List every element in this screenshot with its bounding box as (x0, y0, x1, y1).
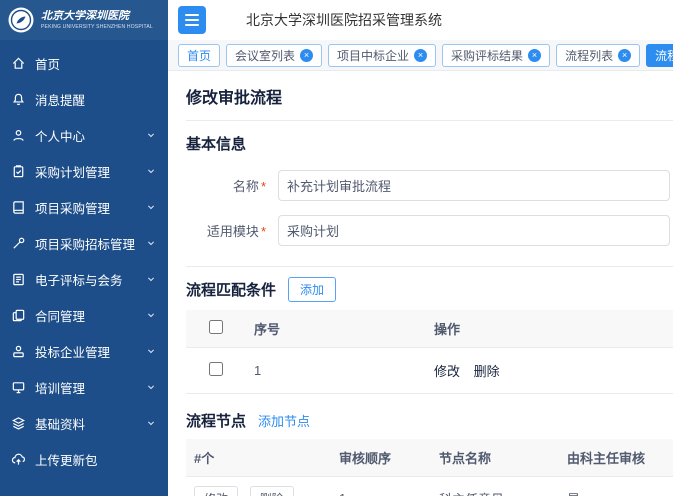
add-node-link[interactable]: 添加节点 (258, 411, 310, 430)
match-conditions-table: 序号 操作 1 修改 删除 (186, 310, 673, 394)
column-header-name: 节点名称 (431, 439, 559, 477)
training-icon (11, 380, 26, 395)
select-all-checkbox[interactable] (209, 320, 223, 334)
required-marker: * (261, 224, 266, 239)
page-content: 修改审批流程 基本信息 名称* 适用模块* 流程匹配条件 添加 (168, 71, 673, 496)
section-title-basic-info: 基本信息 (186, 121, 673, 162)
module-label: 适用模块* (186, 221, 266, 240)
seq-cell: 1 (246, 348, 426, 394)
main-area: 北京大学深圳医院招采管理系统 首页 会议室列表 × 项目中标企业 × 采购评标结… (168, 0, 673, 496)
sidebar-nav: 首页 消息提醒 个人中心 采购计划管理 项目采购管理 (0, 40, 168, 477)
sidebar-item-messages[interactable]: 消息提醒 (0, 81, 168, 117)
dept-head-cell: 是 (559, 477, 673, 496)
sidebar-item-training-management[interactable]: 培训管理 (0, 369, 168, 405)
node-name-cell: 科主任意见 (431, 477, 559, 496)
process-nodes-header: 流程节点 添加节点 (186, 400, 673, 439)
close-icon[interactable]: × (618, 49, 631, 62)
sidebar-item-ebid-conference[interactable]: 电子评标与会务 (0, 261, 168, 297)
table-header-row: 序号 操作 (186, 310, 673, 348)
chevron-down-icon (145, 417, 157, 429)
wrench-icon (11, 236, 26, 251)
tab-process-list[interactable]: 流程列表 × (556, 44, 640, 67)
tab-evaluation-result[interactable]: 采购评标结果 × (442, 44, 550, 67)
close-icon[interactable]: × (528, 49, 541, 62)
add-condition-button[interactable]: 添加 (288, 277, 336, 302)
sidebar-item-bidder-enterprise[interactable]: 投标企业管理 (0, 333, 168, 369)
column-header-action: 操作 (426, 310, 673, 348)
form-row-module: 适用模块* (186, 215, 673, 246)
edit-button[interactable]: 修改 (194, 486, 238, 496)
action-cell: 修改 删除 (426, 348, 673, 394)
edit-link[interactable]: 修改 (434, 364, 460, 379)
table-row: 修改 删除 1 科主任意见 是 (186, 477, 673, 496)
order-cell: 1 (331, 477, 431, 496)
delete-button[interactable]: 删除 (250, 486, 294, 496)
chevron-down-icon (145, 309, 157, 321)
topbar: 北京大学深圳医院招采管理系统 (168, 0, 673, 40)
tab-home[interactable]: 首页 (178, 44, 220, 67)
sidebar-item-upload-package[interactable]: 上传更新包 (0, 441, 168, 477)
chevron-down-icon (145, 165, 157, 177)
chevron-down-icon (145, 381, 157, 393)
sidebar-item-project-procurement[interactable]: 项目采购管理 (0, 189, 168, 225)
tab-meeting-room-list[interactable]: 会议室列表 × (226, 44, 322, 67)
column-header-dept-head: 由科主任审核 (559, 439, 673, 477)
page-title: 修改审批流程 (186, 71, 673, 120)
document-icon (11, 272, 26, 287)
required-marker: * (261, 179, 266, 194)
sidebar: 北京大学深圳医院 PEKING UNIVERSITY SHENZHEN HOSP… (0, 0, 168, 496)
close-icon[interactable]: × (414, 49, 427, 62)
module-input[interactable] (278, 215, 670, 246)
chevron-down-icon (145, 345, 157, 357)
chevron-down-icon (145, 201, 157, 213)
table-row: 1 修改 删除 (186, 348, 673, 394)
tab-winning-enterprise[interactable]: 项目中标企业 × (328, 44, 436, 67)
menu-toggle-button[interactable] (178, 6, 206, 34)
tab-process[interactable]: 流程 × (646, 44, 673, 67)
enterprise-icon (11, 344, 26, 359)
sidebar-item-procurement-plan[interactable]: 采购计划管理 (0, 153, 168, 189)
layers-icon (11, 416, 26, 431)
chevron-down-icon (145, 237, 157, 249)
column-header-order: 审核顺序 (331, 439, 431, 477)
hospital-name-en: PEKING UNIVERSITY SHENZHEN HOSPITAL (41, 24, 153, 30)
app-window: 北京大学深圳医院 PEKING UNIVERSITY SHENZHEN HOSP… (0, 0, 673, 496)
form-row-name: 名称* (186, 170, 673, 201)
op-cell: 修改 删除 (186, 477, 331, 496)
delete-link[interactable]: 删除 (474, 364, 500, 379)
home-icon (11, 56, 26, 71)
cloud-upload-icon (11, 452, 26, 467)
sidebar-item-contract-management[interactable]: 合同管理 (0, 297, 168, 333)
user-icon (11, 128, 26, 143)
table-header-row: #个 审核顺序 节点名称 由科主任审核 (186, 439, 673, 477)
sidebar-item-bidding-management[interactable]: 项目采购招标管理 (0, 225, 168, 261)
clipboard-icon (11, 164, 26, 179)
name-label: 名称* (186, 176, 266, 195)
app-title: 北京大学深圳医院招采管理系统 (246, 10, 442, 30)
hospital-name-zh: 北京大学深圳医院 (41, 10, 153, 24)
book-icon (11, 200, 26, 215)
section-title-match-conditions: 流程匹配条件 (186, 279, 276, 300)
process-nodes-table: #个 审核顺序 节点名称 由科主任审核 修改 删除 1 科主任意见 (186, 439, 673, 496)
close-icon[interactable]: × (300, 49, 313, 62)
hospital-logo: 北京大学深圳医院 PEKING UNIVERSITY SHENZHEN HOSP… (0, 0, 168, 40)
section-title-process-nodes: 流程节点 (186, 410, 246, 431)
hospital-emblem-icon (7, 6, 35, 34)
name-input[interactable] (278, 170, 670, 201)
column-header-seq: 序号 (246, 310, 426, 348)
column-header-op: #个 (186, 439, 331, 477)
chevron-down-icon (145, 129, 157, 141)
open-tabs-bar: 首页 会议室列表 × 项目中标企业 × 采购评标结果 × 流程列表 × 流程 × (168, 40, 673, 71)
match-conditions-header: 流程匹配条件 添加 (186, 267, 673, 310)
sidebar-item-personal-center[interactable]: 个人中心 (0, 117, 168, 153)
contract-icon (11, 308, 26, 323)
chevron-down-icon (145, 273, 157, 285)
sidebar-item-home[interactable]: 首页 (0, 45, 168, 81)
sidebar-item-basic-data[interactable]: 基础资料 (0, 405, 168, 441)
bell-icon (11, 92, 26, 107)
row-checkbox[interactable] (209, 362, 223, 376)
